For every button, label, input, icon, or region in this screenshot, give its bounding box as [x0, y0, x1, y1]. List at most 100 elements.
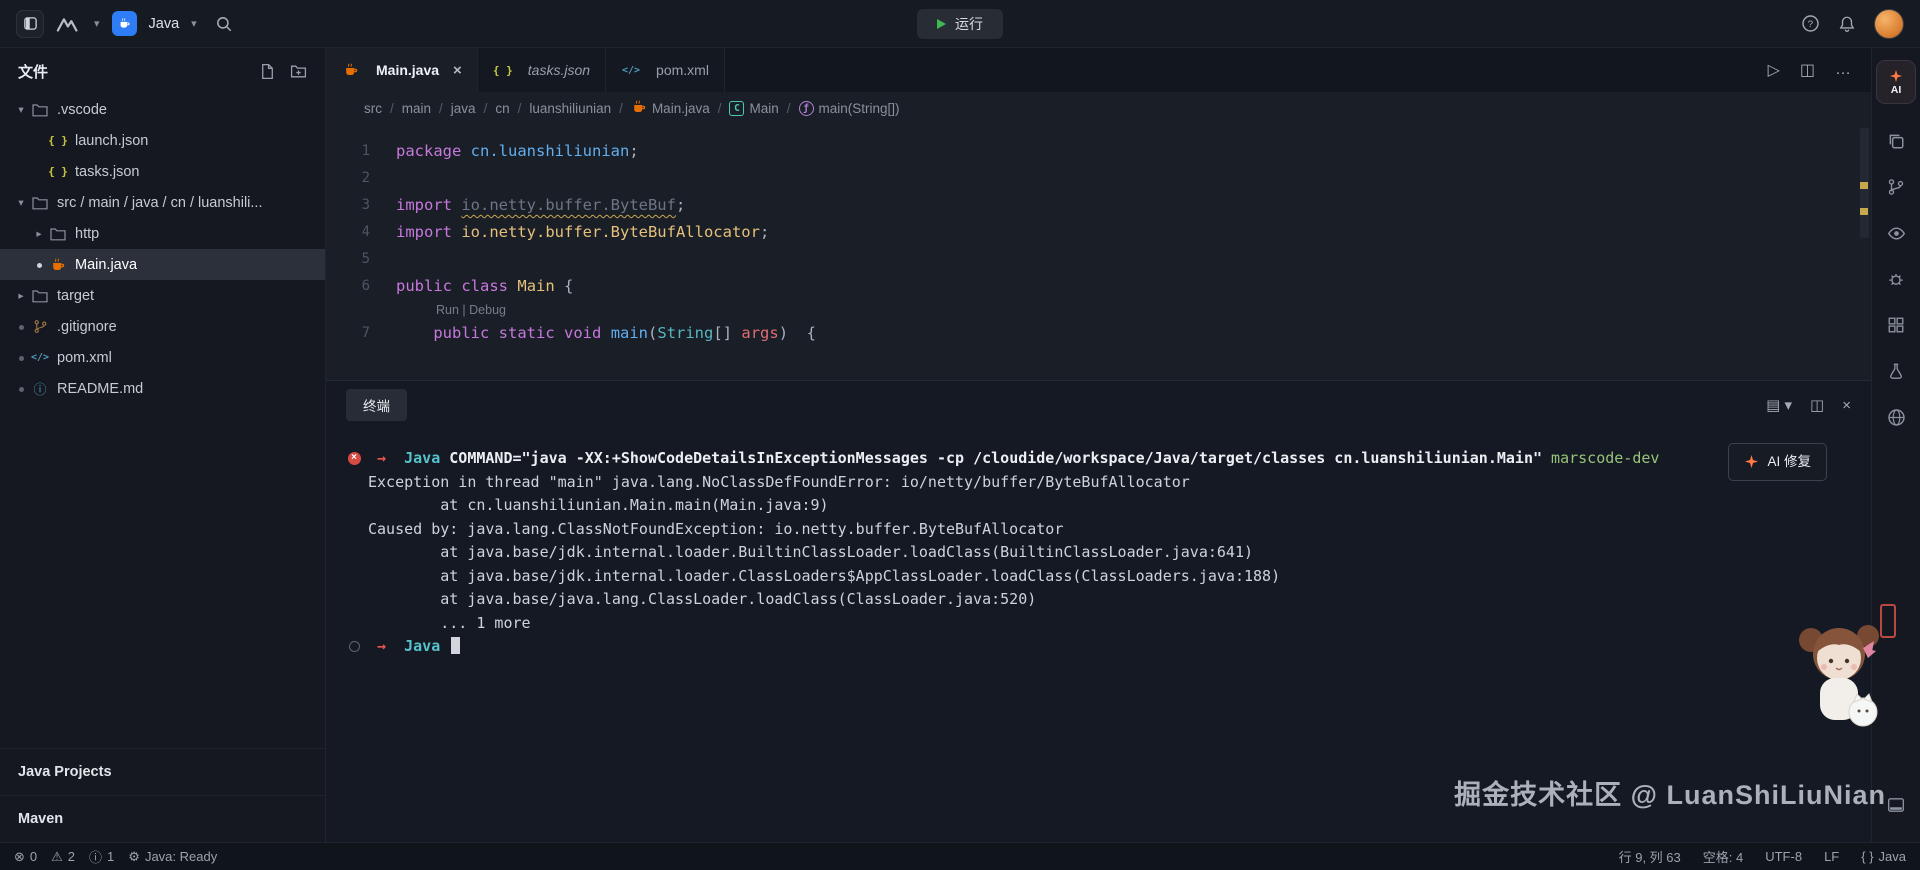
chat-copy-icon[interactable]	[1872, 118, 1920, 164]
tree-item-http[interactable]: ▸ http	[0, 218, 325, 249]
svg-text:?: ?	[1807, 20, 1813, 31]
explorer-actions	[259, 63, 307, 80]
terminal-text: → Java COMMAND="java -XX:+ShowCodeDetail…	[368, 447, 1659, 471]
tree-item-pom-xml[interactable]: </>pom.xml	[0, 342, 325, 373]
tree-item-target[interactable]: ▸target	[0, 280, 325, 311]
notifications-bell-icon[interactable]	[1838, 15, 1856, 33]
close-panel-button[interactable]: ×	[1842, 397, 1851, 414]
modified-dot	[12, 352, 30, 364]
codelens-debug-link[interactable]: Debug	[469, 303, 506, 317]
close-tab-icon[interactable]: ×	[453, 62, 462, 79]
tree-item-label: .gitignore	[57, 319, 117, 335]
terminal-text: ... 1 more	[368, 612, 531, 636]
tree-item-main-java[interactable]: Main.java	[0, 249, 325, 280]
split-editor-button[interactable]: ◫	[1800, 60, 1815, 80]
breadcrumb-separator: /	[439, 101, 443, 116]
status-eol[interactable]: LF	[1824, 849, 1839, 864]
terminal-layout-button[interactable]: ▤ ▾	[1766, 396, 1792, 414]
breadcrumb-label: main(String[])	[819, 101, 900, 116]
new-folder-icon[interactable]	[290, 63, 307, 80]
app-menu-icon[interactable]	[16, 10, 44, 38]
ai-fix-button[interactable]: AI 修复	[1728, 443, 1827, 481]
extensions-icon[interactable]	[1872, 302, 1920, 348]
breadcrumb-java[interactable]: java	[451, 101, 476, 116]
terminal-cursor	[451, 637, 460, 654]
code-editor[interactable]: 1package cn.luanshiliunian;23import io.n…	[326, 124, 1871, 380]
preview-eye-icon[interactable]	[1872, 210, 1920, 256]
status-info-count[interactable]: ⓘ1	[89, 847, 114, 866]
ai-panel-button[interactable]: AI	[1876, 60, 1916, 104]
run-file-button[interactable]: ▷	[1768, 60, 1780, 80]
chevron-down-icon[interactable]: ▾	[12, 197, 30, 209]
tree-item-launch-json[interactable]: { }launch.json	[0, 125, 325, 156]
tree-item-src-main-java-cn-luanshili[interactable]: ▾src / main / java / cn / luanshili...	[0, 187, 325, 218]
breadcrumb-separator: /	[718, 101, 722, 116]
line-number: 1	[326, 138, 396, 165]
code-text: import io.netty.buffer.ByteBufAllocator;	[396, 219, 769, 246]
search-icon[interactable]	[215, 15, 233, 33]
code-text: public class Main {	[396, 273, 573, 300]
status-indentation[interactable]: 空格: 4	[1703, 847, 1743, 866]
tab-terminal[interactable]: 终端	[346, 389, 407, 421]
tree-item-tasks-json[interactable]: { }tasks.json	[0, 156, 325, 187]
chevron-right-icon[interactable]: ▸	[12, 290, 30, 302]
chevron-down-icon[interactable]: ▾	[12, 104, 30, 116]
breadcrumb-luanshiliunian[interactable]: luanshiliunian	[529, 101, 611, 116]
tab-label: tasks.json	[528, 62, 590, 78]
status-java-status[interactable]: ⚙Java: Ready	[128, 849, 217, 865]
code-line: 1package cn.luanshiliunian;	[326, 138, 1871, 165]
section-java-projects[interactable]: Java Projects	[0, 748, 325, 795]
editor-scrollbar[interactable]	[1857, 124, 1871, 380]
tab-pom-xml[interactable]: </>pom.xml	[606, 48, 725, 92]
section-maven[interactable]: Maven	[0, 795, 325, 842]
status-value: 行 9, 列 63	[1619, 847, 1681, 866]
status-warning-count[interactable]: ⚠2	[51, 849, 75, 865]
new-file-icon[interactable]	[259, 63, 276, 80]
editor-actions: ▷ ◫ …	[1748, 48, 1871, 92]
more-actions-button[interactable]: …	[1835, 61, 1851, 79]
chevron-down-icon[interactable]: ▾	[191, 17, 197, 30]
status-language-mode[interactable]: { }Java	[1861, 849, 1906, 864]
split-terminal-button[interactable]: ◫	[1810, 396, 1824, 414]
breadcrumb-main[interactable]: main	[402, 101, 431, 116]
tree-item-gitignore[interactable]: .gitignore	[0, 311, 325, 342]
run-button[interactable]: 运行	[917, 9, 1003, 39]
status-error-count[interactable]: ⊗0	[14, 849, 37, 865]
tree-item-label: http	[75, 226, 99, 242]
breadcrumb-main[interactable]: CMain	[729, 101, 778, 116]
tree-item-vscode[interactable]: ▾ .vscode	[0, 94, 325, 125]
breadcrumb-separator: /	[787, 101, 791, 116]
breadcrumb-cn[interactable]: cn	[495, 101, 509, 116]
tree-item-label: .vscode	[57, 102, 107, 118]
class-symbol-icon: C	[729, 101, 744, 116]
chevron-down-icon[interactable]: ▾	[94, 17, 100, 30]
marscode-logo-icon[interactable]	[56, 15, 82, 33]
status-encoding[interactable]: UTF-8	[1765, 849, 1802, 864]
tree-item-readme-md[interactable]: ⓘREADME.md	[0, 373, 325, 404]
codelens-separator: |	[459, 303, 469, 317]
chevron-right-icon[interactable]: ▸	[30, 228, 48, 240]
terminal-line: at java.base/java.lang.ClassLoader.loadC…	[340, 588, 1871, 612]
codelens-run-link[interactable]: Run	[436, 303, 459, 317]
code-line: 2	[326, 165, 1871, 192]
terminal-line: at java.base/jdk.internal.loader.ClassLo…	[340, 565, 1871, 589]
method-symbol-icon: ƒ	[799, 101, 814, 116]
overview-warning-mark	[1860, 208, 1868, 215]
tab-main-java[interactable]: Main.java×	[326, 48, 478, 92]
source-control-icon[interactable]	[1872, 164, 1920, 210]
workspace-name[interactable]: Java	[149, 16, 180, 32]
breadcrumb-main-string[interactable]: ƒ main(String[])	[799, 101, 900, 116]
test-flask-icon[interactable]	[1872, 348, 1920, 394]
line-number: 3	[326, 192, 396, 219]
code-text: public static void main(String[] args) {	[396, 320, 816, 347]
tab-tasks-json[interactable]: { }tasks.json	[478, 48, 606, 92]
debug-icon[interactable]	[1872, 256, 1920, 302]
status-cursor-position[interactable]: 行 9, 列 63	[1619, 847, 1681, 866]
ai-fix-label: AI 修复	[1767, 450, 1811, 474]
titlebar-right: ?	[1801, 9, 1904, 39]
user-avatar[interactable]	[1874, 9, 1904, 39]
help-icon[interactable]: ?	[1801, 14, 1820, 33]
breadcrumb-main-java[interactable]: Main.java	[631, 99, 710, 118]
browser-globe-icon[interactable]	[1872, 394, 1920, 440]
breadcrumb-src[interactable]: src	[364, 101, 382, 116]
